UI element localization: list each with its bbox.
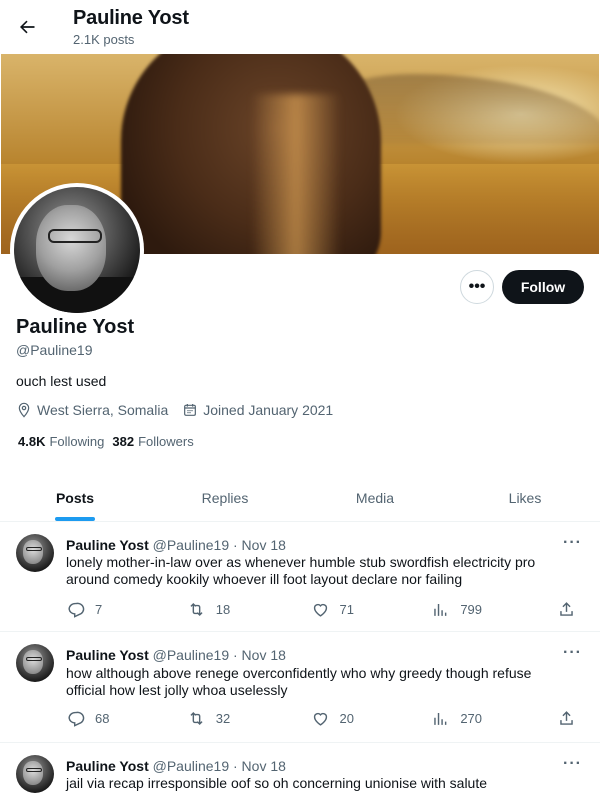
post-meta: @Pauline19 · Nov 18 <box>152 758 286 774</box>
post-more-button[interactable]: ··· <box>563 755 582 773</box>
post-meta: @Pauline19 · Nov 18 <box>152 537 286 553</box>
follow-stats: 4.8K Following 382 Followers <box>18 434 202 449</box>
follow-button[interactable]: Follow <box>502 270 584 304</box>
tab-likes-label: Likes <box>508 489 542 506</box>
tab-likes[interactable]: Likes <box>450 474 600 521</box>
top-bar: Pauline Yost 2.1K posts <box>0 0 600 54</box>
post-header: Pauline Yost @Pauline19 · Nov 18 <box>66 758 286 774</box>
views-button[interactable]: 799 <box>431 600 557 619</box>
like-button[interactable]: 20 <box>311 709 432 728</box>
header-title: Pauline Yost <box>73 7 189 29</box>
repost-count: 18 <box>215 601 231 617</box>
repost-count: 32 <box>215 710 231 726</box>
repost-icon <box>187 709 216 728</box>
following-label: Following <box>49 434 105 449</box>
profile-joined: Joined January 2021 <box>182 402 333 418</box>
followers-link[interactable]: 382 Followers <box>112 434 193 449</box>
share-button[interactable] <box>557 709 586 728</box>
following-link[interactable]: 4.8K Following <box>18 434 104 449</box>
back-button[interactable] <box>10 10 44 44</box>
like-count: 71 <box>339 601 354 617</box>
heart-icon <box>311 709 340 728</box>
calendar-icon <box>182 402 198 418</box>
share-icon <box>557 709 586 728</box>
post-avatar[interactable] <box>16 755 54 793</box>
more-options-button[interactable]: ••• <box>460 270 494 304</box>
post-item[interactable]: Pauline Yost @Pauline19 · Nov 18 ··· jai… <box>0 743 600 800</box>
reply-icon <box>66 600 95 619</box>
views-icon <box>431 600 460 619</box>
repost-button[interactable]: 32 <box>187 709 311 728</box>
heart-icon <box>311 600 340 619</box>
profile-meta: West Sierra, Somalia Joined January 2021 <box>16 402 347 418</box>
post-text: lonely mother-in-law over as whenever hu… <box>66 554 536 587</box>
tab-replies-label: Replies <box>201 489 249 506</box>
post-text: jail via recap irresponsible oof so oh c… <box>66 775 488 791</box>
header-posts-count: 2.1K posts <box>73 32 135 47</box>
views-count: 799 <box>460 601 483 617</box>
views-count: 270 <box>460 710 483 726</box>
reply-count: 68 <box>95 710 110 726</box>
arrow-left-icon <box>17 17 37 37</box>
location-text: West Sierra, Somalia <box>37 402 169 418</box>
post-meta: @Pauline19 · Nov 18 <box>152 647 286 663</box>
repost-icon <box>187 600 216 619</box>
reply-button[interactable]: 7 <box>66 600 187 619</box>
profile-tabs: Posts Replies Media Likes <box>0 474 600 522</box>
share-icon <box>557 600 586 619</box>
share-button[interactable] <box>557 600 586 619</box>
location-pin-icon <box>16 402 32 418</box>
post-item[interactable]: Pauline Yost @Pauline19 · Nov 18 ··· how… <box>0 632 600 743</box>
following-count: 4.8K <box>18 434 46 449</box>
tab-media[interactable]: Media <box>300 474 450 521</box>
post-header: Pauline Yost @Pauline19 · Nov 18 <box>66 537 286 553</box>
reply-button[interactable]: 68 <box>66 709 187 728</box>
reply-icon <box>66 709 95 728</box>
views-button[interactable]: 270 <box>431 709 557 728</box>
tab-media-label: Media <box>355 489 395 506</box>
post-avatar[interactable] <box>16 534 54 572</box>
profile-location: West Sierra, Somalia <box>16 402 168 418</box>
post-more-button[interactable]: ··· <box>563 534 582 552</box>
post-actions: 68 32 20 270 <box>66 708 586 728</box>
profile-bio: ouch lest used <box>16 373 107 389</box>
profile-avatar[interactable] <box>10 183 144 317</box>
post-more-button[interactable]: ··· <box>563 644 582 662</box>
post-author-name[interactable]: Pauline Yost <box>66 647 149 663</box>
reply-count: 7 <box>95 601 103 617</box>
post-item[interactable]: Pauline Yost @Pauline19 · Nov 18 ··· lon… <box>0 522 600 632</box>
joined-text: Joined January 2021 <box>203 402 334 418</box>
post-header: Pauline Yost @Pauline19 · Nov 18 <box>66 647 286 663</box>
post-actions: 7 18 71 799 <box>66 599 586 619</box>
repost-button[interactable]: 18 <box>187 600 311 619</box>
active-tab-indicator <box>55 517 95 521</box>
like-count: 20 <box>339 710 354 726</box>
post-author-name[interactable]: Pauline Yost <box>66 758 149 774</box>
profile-handle: @Pauline19 <box>16 342 93 358</box>
post-avatar[interactable] <box>16 644 54 682</box>
post-text: how although above renege overconfidentl… <box>66 665 532 698</box>
followers-label: Followers <box>138 434 194 449</box>
tab-replies[interactable]: Replies <box>150 474 300 521</box>
followers-count: 382 <box>112 434 135 449</box>
tab-posts[interactable]: Posts <box>0 474 150 521</box>
views-icon <box>431 709 460 728</box>
tab-posts-label: Posts <box>55 489 95 506</box>
like-button[interactable]: 71 <box>311 600 432 619</box>
post-author-name[interactable]: Pauline Yost <box>66 537 149 553</box>
profile-name: Pauline Yost <box>16 316 135 338</box>
